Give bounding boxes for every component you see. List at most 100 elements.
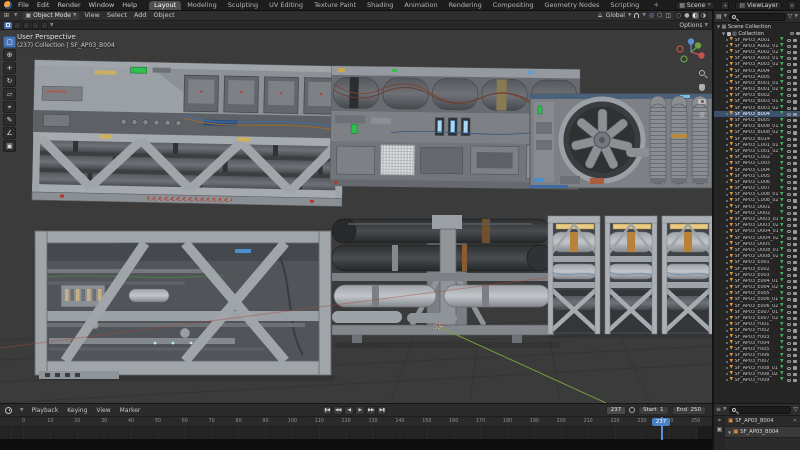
- model-panel-d[interactable]: [35, 231, 331, 379]
- eye-icon[interactable]: [787, 107, 792, 110]
- camera-restrict-icon[interactable]: [793, 168, 798, 171]
- shading-wireframe-icon[interactable]: ○: [675, 12, 682, 19]
- gizmos-toggle-icon[interactable]: ⬡: [657, 12, 662, 19]
- filter-funnel-icon[interactable]: ▽: [793, 406, 798, 413]
- camera-restrict-icon[interactable]: [793, 255, 798, 258]
- start-frame-field[interactable]: Start 1: [638, 406, 668, 415]
- camera-restrict-icon[interactable]: [793, 317, 798, 320]
- tool-button[interactable]: ▱: [3, 88, 16, 100]
- blender-logo-icon[interactable]: [4, 1, 12, 9]
- topbar-menu-item[interactable]: Edit: [37, 0, 50, 11]
- select-mode-subtract-button[interactable]: [32, 22, 39, 29]
- outliner-object-row[interactable]: ▼ SF_AP03_F009 ▼: [714, 377, 800, 383]
- eye-icon[interactable]: [787, 138, 792, 141]
- camera-restrict-icon[interactable]: [793, 292, 798, 295]
- eye-icon[interactable]: [787, 187, 792, 190]
- eye-icon[interactable]: [787, 100, 792, 103]
- current-frame-field[interactable]: 237: [606, 406, 627, 415]
- viewport-menu-item[interactable]: Add: [134, 10, 147, 21]
- properties-editor-icon[interactable]: ≡: [716, 406, 721, 413]
- camera-restrict-icon[interactable]: [793, 360, 798, 363]
- topbar-menu-item[interactable]: File: [18, 0, 29, 11]
- outliner-editor-icon[interactable]: ▤: [716, 13, 722, 20]
- eye-icon[interactable]: [787, 175, 792, 178]
- editor-divider[interactable]: [712, 11, 714, 450]
- camera-restrict-icon[interactable]: [793, 249, 798, 252]
- workspace-tab[interactable]: Texture Paint: [309, 1, 361, 10]
- eye-icon[interactable]: [787, 373, 792, 376]
- collection-row[interactable]: ▼ ▥ Collection: [714, 30, 800, 37]
- camera-restrict-icon[interactable]: [793, 206, 798, 209]
- camera-restrict-icon[interactable]: [793, 329, 798, 332]
- eye-icon[interactable]: [787, 57, 792, 60]
- eye-icon[interactable]: [787, 212, 792, 215]
- shading-solid-icon[interactable]: ●: [683, 12, 690, 19]
- eye-icon[interactable]: [787, 261, 792, 264]
- eye-icon[interactable]: [787, 113, 792, 116]
- camera-restrict-icon[interactable]: [793, 63, 798, 66]
- workspace-tab[interactable]: Shading: [362, 1, 398, 10]
- properties-search-input[interactable]: [737, 407, 789, 413]
- camera-restrict-icon[interactable]: [793, 162, 798, 165]
- camera-restrict-icon[interactable]: [793, 94, 798, 97]
- eye-icon[interactable]: [787, 342, 792, 345]
- eye-icon[interactable]: [787, 125, 792, 128]
- outliner-search[interactable]: [729, 13, 786, 21]
- transform-orientation-icon[interactable]: ⟁: [597, 12, 602, 20]
- eye-icon[interactable]: [787, 336, 792, 339]
- eye-icon[interactable]: [787, 329, 792, 332]
- camera-restrict-icon[interactable]: [793, 150, 798, 153]
- timeline-editor-icon[interactable]: [5, 407, 12, 414]
- eye-icon[interactable]: [787, 131, 792, 134]
- camera-restrict-icon[interactable]: [793, 175, 798, 178]
- playback-button[interactable]: ▶▶: [366, 406, 376, 415]
- timeline-ruler[interactable]: 0102030405060708090100110120130140150160…: [0, 417, 712, 427]
- camera-restrict-icon[interactable]: [793, 119, 798, 122]
- camera-restrict-icon[interactable]: [793, 212, 798, 215]
- eye-icon[interactable]: [787, 348, 792, 351]
- eye-icon[interactable]: [787, 280, 792, 283]
- eye-icon[interactable]: [787, 169, 792, 172]
- eye-icon[interactable]: [790, 32, 795, 35]
- tool-button[interactable]: +: [3, 62, 16, 74]
- workspace-tab[interactable]: Geometry Nodes: [540, 1, 605, 10]
- camera-restrict-icon[interactable]: [793, 51, 798, 54]
- workspace-tab[interactable]: Sculpting: [223, 1, 263, 10]
- playback-button[interactable]: ▮◀: [322, 406, 332, 415]
- eye-icon[interactable]: [787, 230, 792, 233]
- model-panel-a[interactable]: [32, 60, 345, 206]
- viewlayer-selector[interactable]: ▤ ViewLayer: [735, 1, 782, 10]
- tool-button[interactable]: ↻: [3, 75, 16, 87]
- viewport-menu-item[interactable]: View: [84, 10, 99, 21]
- camera-restrict-icon[interactable]: [793, 82, 798, 85]
- object-tab-icon[interactable]: ▣: [717, 427, 723, 433]
- camera-restrict-icon[interactable]: [793, 45, 798, 48]
- camera-restrict-icon[interactable]: [793, 144, 798, 147]
- eye-icon[interactable]: [787, 206, 792, 209]
- eye-icon[interactable]: [787, 237, 792, 240]
- camera-restrict-icon[interactable]: [793, 131, 798, 134]
- tool-tab-icon[interactable]: ⌖: [718, 418, 721, 424]
- eye-icon[interactable]: [787, 45, 792, 48]
- expand-icon[interactable]: ▼: [722, 31, 725, 36]
- timeline-tracks[interactable]: [0, 427, 712, 439]
- tool-button[interactable]: ▢: [3, 36, 16, 48]
- camera-restrict-icon[interactable]: [793, 286, 798, 289]
- shading-rendered-icon[interactable]: ◑: [700, 12, 707, 19]
- eye-icon[interactable]: [787, 82, 792, 85]
- eye-icon[interactable]: [787, 76, 792, 79]
- eye-icon[interactable]: [787, 354, 792, 357]
- eye-icon[interactable]: [787, 360, 792, 363]
- camera-restrict-icon[interactable]: [793, 298, 798, 301]
- camera-restrict-icon[interactable]: [793, 336, 798, 339]
- camera-restrict-icon[interactable]: [793, 57, 798, 60]
- camera-restrict-icon[interactable]: [793, 224, 798, 227]
- expand-icon[interactable]: ▼: [717, 24, 720, 29]
- camera-restrict-icon[interactable]: [793, 366, 798, 369]
- playback-button[interactable]: ◀◀: [333, 406, 343, 415]
- properties-search[interactable]: [729, 406, 792, 414]
- eye-icon[interactable]: [787, 63, 792, 66]
- camera-restrict-icon[interactable]: [793, 323, 798, 326]
- eye-icon[interactable]: [787, 39, 792, 42]
- model-panel-fan[interactable]: [530, 94, 712, 188]
